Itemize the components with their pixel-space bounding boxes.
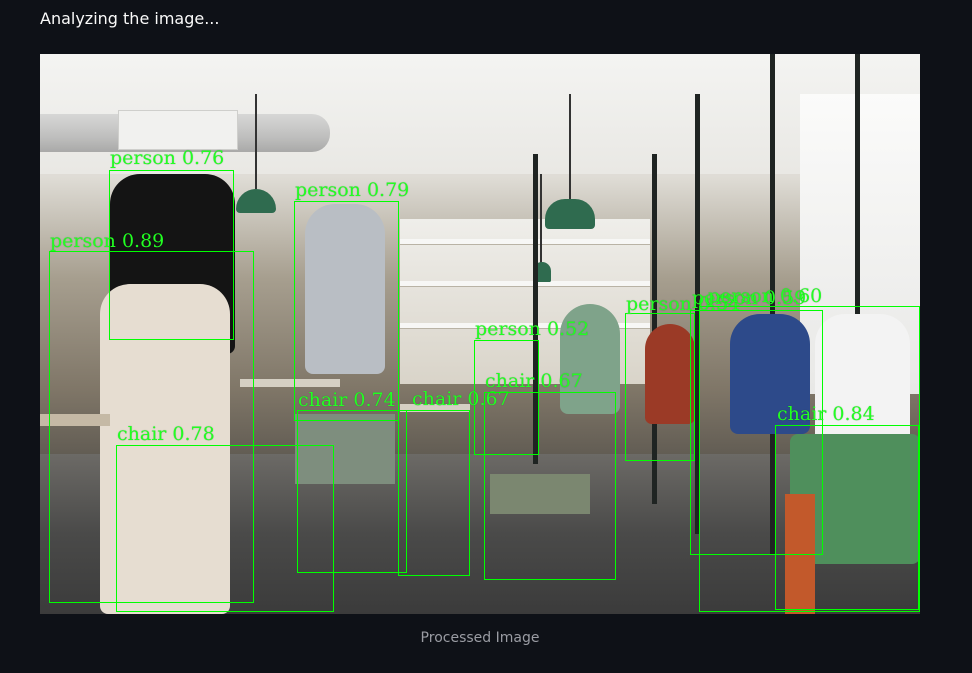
detection-label: person 0.79 <box>295 179 410 201</box>
image-caption: Processed Image <box>420 630 540 646</box>
detection-label: chair 0.74 <box>298 389 396 411</box>
detection-label: person 0.76 <box>110 147 225 169</box>
detection-label: chair 0.84 <box>777 403 875 425</box>
detection-box-person <box>294 201 399 421</box>
processed-image: person 0.76 person 0.79 person 0.89 pers… <box>40 54 920 614</box>
detection-label: chair 0.78 <box>117 423 215 445</box>
detection-label: chair 0.67 <box>485 370 583 392</box>
detection-box-chair <box>484 392 616 580</box>
detection-box-chair <box>297 410 407 573</box>
detection-box-person <box>625 313 695 461</box>
pendant-lamp <box>236 189 276 213</box>
ceiling-unit <box>118 110 238 150</box>
detection-box-chair <box>775 425 919 610</box>
detection-label: person 0.89 <box>50 230 165 252</box>
status-text: Analyzing the image... <box>40 9 220 28</box>
detection-label: person 0.60 <box>708 285 823 307</box>
detection-box-chair <box>398 410 470 576</box>
pendant-lamp <box>545 199 595 229</box>
detection-label: person 0.52 <box>475 318 590 340</box>
